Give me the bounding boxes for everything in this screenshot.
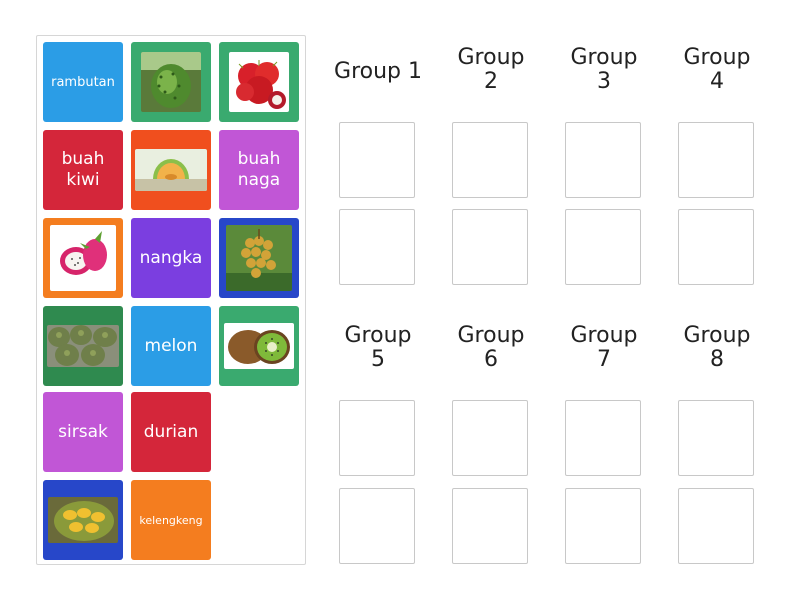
tile-melon-text[interactable]: melon: [131, 306, 211, 386]
tile-nangka-text[interactable]: nangka: [131, 218, 211, 298]
tile-longan-image[interactable]: [219, 218, 299, 298]
group-label: Group 3: [570, 45, 638, 94]
group-label: Group 7: [570, 323, 638, 372]
tile-label: durian: [143, 421, 199, 442]
dragon-fruit-image: [50, 225, 116, 291]
drop-zone-group-3-slot-2[interactable]: [565, 209, 641, 285]
longan-image: [226, 225, 292, 291]
tile-melon-image[interactable]: [131, 130, 211, 210]
tile-label: nangka: [139, 247, 203, 268]
kiwi-image: [224, 323, 294, 369]
drop-zone-group-2-slot-2[interactable]: [452, 209, 528, 285]
group-label: Group 8: [683, 323, 751, 372]
tile-buah-naga-text[interactable]: buah naga: [219, 130, 299, 210]
tile-label: rambutan: [51, 74, 115, 90]
tile-label: buah kiwi: [61, 149, 105, 190]
tile-durian-image[interactable]: [43, 306, 123, 386]
drop-zone-group-1-slot-2[interactable]: [339, 209, 415, 285]
group-6-heading: Group 6: [436, 324, 546, 372]
group-2-heading: Group 2: [436, 46, 546, 94]
group-3-heading: Group 3: [549, 46, 659, 94]
drop-zone-group-3-slot-1[interactable]: [565, 122, 641, 198]
drop-zone-group-4-slot-1[interactable]: [678, 122, 754, 198]
drop-zone-group-7-slot-2[interactable]: [565, 488, 641, 564]
soursop-image: [141, 52, 201, 112]
tile-jackfruit-image[interactable]: [43, 480, 123, 560]
tile-kelengkeng-text[interactable]: kelengkeng: [131, 480, 211, 560]
tile-label: sirsak: [58, 421, 108, 442]
drop-zone-group-5-slot-2[interactable]: [339, 488, 415, 564]
group-8-heading: Group 8: [662, 324, 772, 372]
drop-zone-group-4-slot-2[interactable]: [678, 209, 754, 285]
drop-zone-group-2-slot-1[interactable]: [452, 122, 528, 198]
tile-label: melon: [144, 335, 198, 356]
group-label: Group 2: [457, 45, 525, 94]
tile-tray: rambutan buah kiwi buah naga nangka melo…: [36, 35, 306, 565]
drop-zone-group-5-slot-1[interactable]: [339, 400, 415, 476]
group-5-heading: Group 5: [323, 324, 433, 372]
drop-zone-group-8-slot-1[interactable]: [678, 400, 754, 476]
tile-rambutan-image[interactable]: [219, 42, 299, 122]
drop-zone-group-8-slot-2[interactable]: [678, 488, 754, 564]
tile-buah-kiwi-text[interactable]: buah kiwi: [43, 130, 123, 210]
tile-durian-text[interactable]: durian: [131, 392, 211, 472]
drop-zone-group-1-slot-1[interactable]: [339, 122, 415, 198]
tile-sirsak-text[interactable]: sirsak: [43, 392, 123, 472]
tile-rambutan-text[interactable]: rambutan: [43, 42, 123, 122]
tile-dragon-fruit-image[interactable]: [43, 218, 123, 298]
drop-zone-group-6-slot-2[interactable]: [452, 488, 528, 564]
group-label: Group 4: [683, 45, 751, 94]
group-7-heading: Group 7: [549, 324, 659, 372]
tile-label: buah naga: [237, 149, 281, 190]
group-label: Group 6: [457, 323, 525, 372]
group-1-heading: Group 1: [334, 59, 422, 84]
jackfruit-image: [48, 497, 118, 543]
melon-image: [135, 149, 207, 191]
group-4-heading: Group 4: [662, 46, 772, 94]
group-label: Group 5: [344, 323, 412, 372]
tile-label: kelengkeng: [139, 513, 203, 527]
tile-kiwi-image[interactable]: [219, 306, 299, 386]
tile-soursop-image[interactable]: [131, 42, 211, 122]
drop-zone-group-6-slot-1[interactable]: [452, 400, 528, 476]
drop-zone-group-7-slot-1[interactable]: [565, 400, 641, 476]
durian-image: [47, 325, 119, 367]
rambutan-image: [229, 52, 289, 112]
